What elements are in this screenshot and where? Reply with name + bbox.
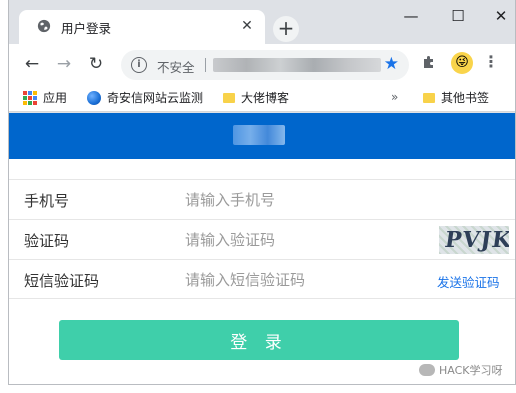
close-window-button[interactable]: ✕ (479, 4, 515, 28)
send-code-link[interactable]: 发送验证码 (437, 272, 500, 291)
maximize-button[interactable]: ☐ (436, 4, 480, 28)
bookmark-label: 奇安信网站云监测 (107, 91, 204, 105)
new-tab-button[interactable]: + (273, 16, 299, 42)
info-icon[interactable]: i (131, 57, 147, 73)
other-bookmarks-label: 其他书签 (441, 91, 490, 105)
captcha-image[interactable]: PVJK (439, 226, 509, 254)
captcha-input[interactable] (185, 228, 425, 252)
other-bookmarks[interactable]: 其他书签 (423, 89, 489, 106)
puzzle-icon[interactable] (421, 54, 437, 70)
bookmark-blog[interactable]: 大佬博客 (223, 89, 289, 106)
bookmark-label: 大佬博客 (241, 91, 290, 105)
minimize-button[interactable]: — (389, 4, 433, 28)
wechat-icon (419, 364, 435, 376)
address-bar[interactable]: i 不安全 ★ (121, 50, 409, 80)
bookmark-star-icon[interactable]: ★ (384, 54, 399, 74)
tab-title: 用户登录 (61, 21, 112, 36)
sms-code-input[interactable] (185, 268, 425, 292)
forward-button[interactable]: → (51, 51, 77, 77)
bookmarks-overflow-icon[interactable]: » (391, 90, 398, 104)
phone-label: 手机号 (24, 192, 70, 210)
apps-grid-icon (23, 90, 37, 105)
url-divider (205, 58, 206, 72)
page-header (9, 113, 515, 159)
insecure-label: 不安全 (157, 60, 195, 75)
bookmark-apps[interactable]: 应用 (23, 89, 67, 106)
title-bar: 用户登录 ✕ + — ☐ ✕ (9, 0, 515, 44)
login-form: 手机号 验证码 PVJK 短信验证码 发送验证码 (9, 179, 515, 299)
browser-tab[interactable]: 用户登录 ✕ (19, 10, 265, 44)
sms-label: 短信验证码 (24, 272, 100, 290)
sms-row: 短信验证码 发送验证码 (9, 259, 515, 299)
reload-button[interactable]: ↻ (83, 51, 109, 77)
folder-icon (423, 92, 435, 103)
qianxin-logo-icon (87, 90, 101, 105)
tab-close-icon[interactable]: ✕ (237, 16, 257, 36)
globe-icon (37, 19, 51, 33)
bookmark-label: 应用 (43, 91, 68, 105)
profile-avatar[interactable]: 😜 (451, 52, 473, 74)
captcha-text: PVJK (443, 227, 509, 253)
browser-window: 用户登录 ✕ + — ☐ ✕ ← → ↻ i 不安全 ★ 😜 ⋮ 应用 奇安信网… (8, 0, 516, 385)
blurred-logo (233, 125, 285, 145)
bookmarks-bar: 应用 奇安信网站云监测 大佬博客 » 其他书签 (9, 84, 515, 112)
bookmark-qianxin[interactable]: 奇安信网站云监测 (87, 89, 203, 106)
watermark-text: HACK学习呀 (439, 364, 503, 377)
blurred-url (213, 58, 381, 72)
phone-row: 手机号 (9, 179, 515, 219)
page-content: 手机号 验证码 PVJK 短信验证码 发送验证码 登 录 HACK学习呀 (9, 113, 515, 384)
folder-icon (223, 92, 235, 103)
captcha-label: 验证码 (24, 232, 70, 250)
login-button[interactable]: 登 录 (59, 320, 459, 360)
menu-icon[interactable]: ⋮ (483, 52, 499, 71)
back-button[interactable]: ← (19, 51, 45, 77)
captcha-row: 验证码 PVJK (9, 219, 515, 259)
toolbar: ← → ↻ i 不安全 ★ 😜 ⋮ (9, 44, 515, 84)
phone-input[interactable] (185, 188, 425, 212)
watermark: HACK学习呀 (419, 362, 503, 378)
